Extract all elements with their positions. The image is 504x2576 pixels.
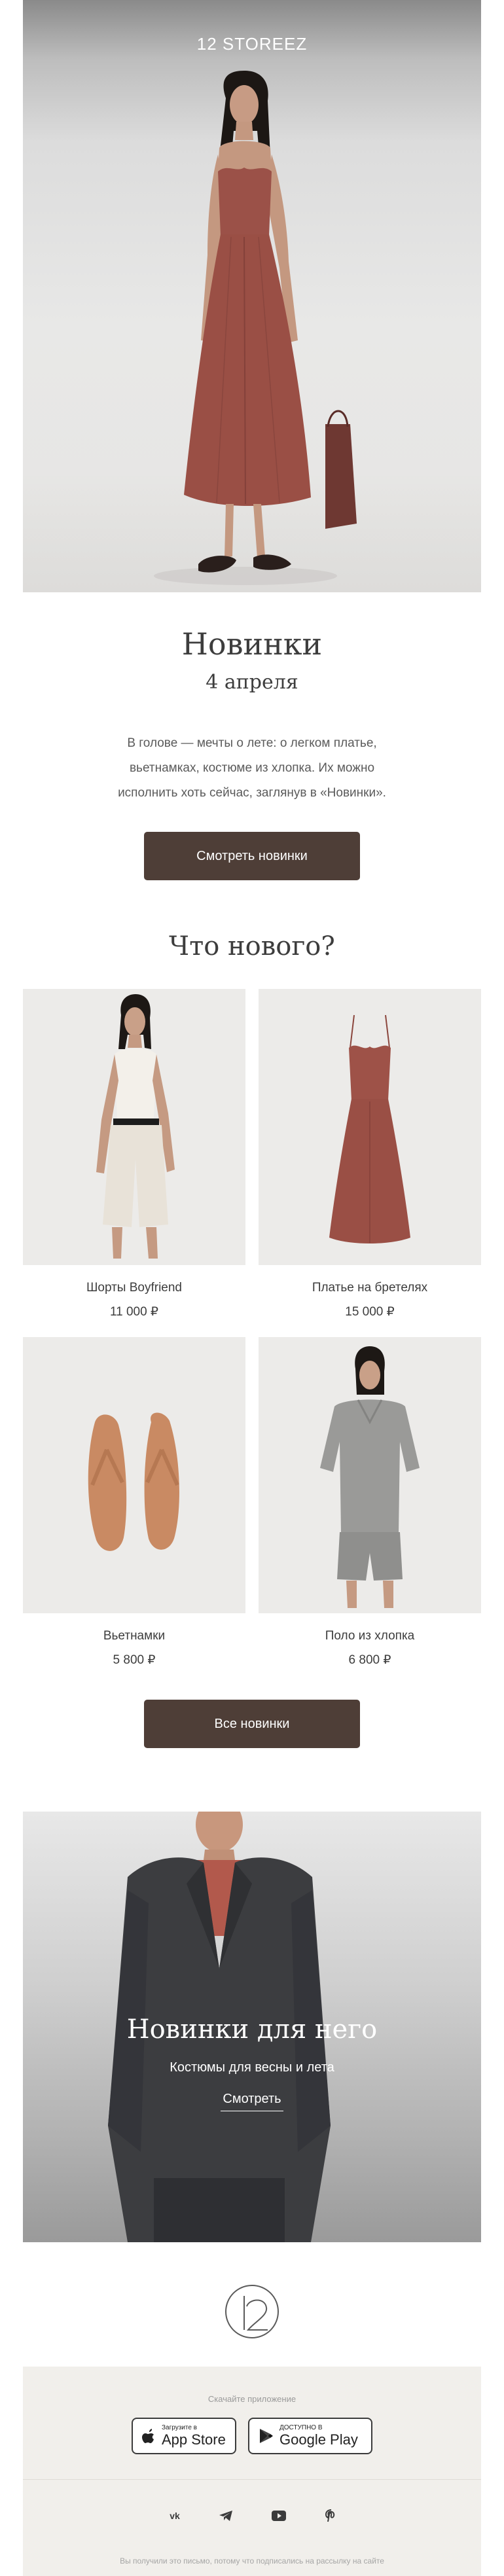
google-play-icon — [260, 2429, 273, 2443]
flipflops-illustration — [23, 1337, 245, 1613]
intro-text-line: исполнить хоть сейчас, заглянув в «Новин… — [118, 786, 386, 800]
google-play-big: Google Play — [279, 2431, 358, 2448]
app-store-big: App Store — [162, 2431, 226, 2448]
for-him-title: Новинки для него — [126, 2014, 378, 2045]
product-image-polo[interactable] — [259, 1337, 481, 1613]
for-him-view-link[interactable]: Смотреть — [221, 2092, 283, 2111]
email-page: 12 STOREEZ Новинки 4 апреля В голове — м… — [0, 0, 504, 2576]
product-price: 15 000 ₽ — [345, 1305, 395, 1319]
dress-illustration — [259, 989, 481, 1265]
all-new-button[interactable]: Все новинки — [144, 1700, 360, 1748]
product-name[interactable]: Поло из хлопка — [259, 1629, 481, 1643]
youtube-icon[interactable] — [269, 2506, 289, 2526]
footer-divider — [23, 2479, 481, 2480]
vk-icon[interactable]: vk — [165, 2506, 185, 2526]
intro-text-line: вьетнамках, костюме из хлопка. Их можно — [129, 761, 375, 775]
product-image-shorts[interactable] — [23, 989, 245, 1265]
google-play-button[interactable]: ДОСТУПНО В Google Play — [248, 2418, 372, 2454]
shorts-model-illustration — [23, 989, 245, 1265]
apple-icon — [142, 2429, 154, 2443]
legal-text: Вы получили это письмо, потому что подпи… — [120, 2556, 384, 2566]
apps-label: Скачайте приложение — [207, 2394, 297, 2404]
product-name[interactable]: Шорты Boyfriend — [23, 1281, 245, 1295]
product-image-flipflops[interactable] — [23, 1337, 245, 1613]
intro-section: Новинки 4 апреля В голове — мечты о лете… — [23, 592, 481, 900]
intro-title: Новинки — [181, 626, 323, 662]
for-him-banner[interactable]: Новинки для него Костюмы для весны и лет… — [23, 1812, 481, 2242]
intro-text-line: В голове — мечты о лете: о легком платье… — [127, 736, 377, 750]
product-name[interactable]: Платье на бретелях — [259, 1281, 481, 1295]
product-price: 6 800 ₽ — [348, 1653, 391, 1667]
polo-model-illustration — [259, 1337, 481, 1613]
product-name[interactable]: Вьетнамки — [23, 1629, 245, 1643]
for-him-subtitle: Костюмы для весны и лета — [170, 2060, 334, 2075]
footer: Скачайте приложение Загрузите в App Stor… — [23, 2367, 481, 2576]
brand-monogram-icon[interactable] — [225, 2284, 279, 2339]
product-image-dress[interactable] — [259, 989, 481, 1265]
whats-new-section: Что нового? Шорты Boyfriend 11 000 ₽ Пла… — [23, 900, 481, 1748]
telegram-icon[interactable] — [216, 2506, 236, 2526]
product-price: 11 000 ₽ — [109, 1305, 159, 1319]
whats-new-title: Что нового? — [169, 931, 335, 961]
view-new-button[interactable]: Смотреть новинки — [144, 832, 360, 880]
hero-banner[interactable]: 12 STOREEZ — [23, 0, 481, 592]
intro-text: В голове — мечты о лете: о легком платье… — [23, 731, 481, 806]
pinterest-icon[interactable] — [321, 2506, 341, 2526]
app-store-button[interactable]: Загрузите в App Store — [132, 2418, 236, 2454]
hero-model-image — [154, 71, 357, 585]
intro-date: 4 апреля — [206, 671, 298, 694]
product-price: 5 800 ₽ — [113, 1653, 156, 1667]
